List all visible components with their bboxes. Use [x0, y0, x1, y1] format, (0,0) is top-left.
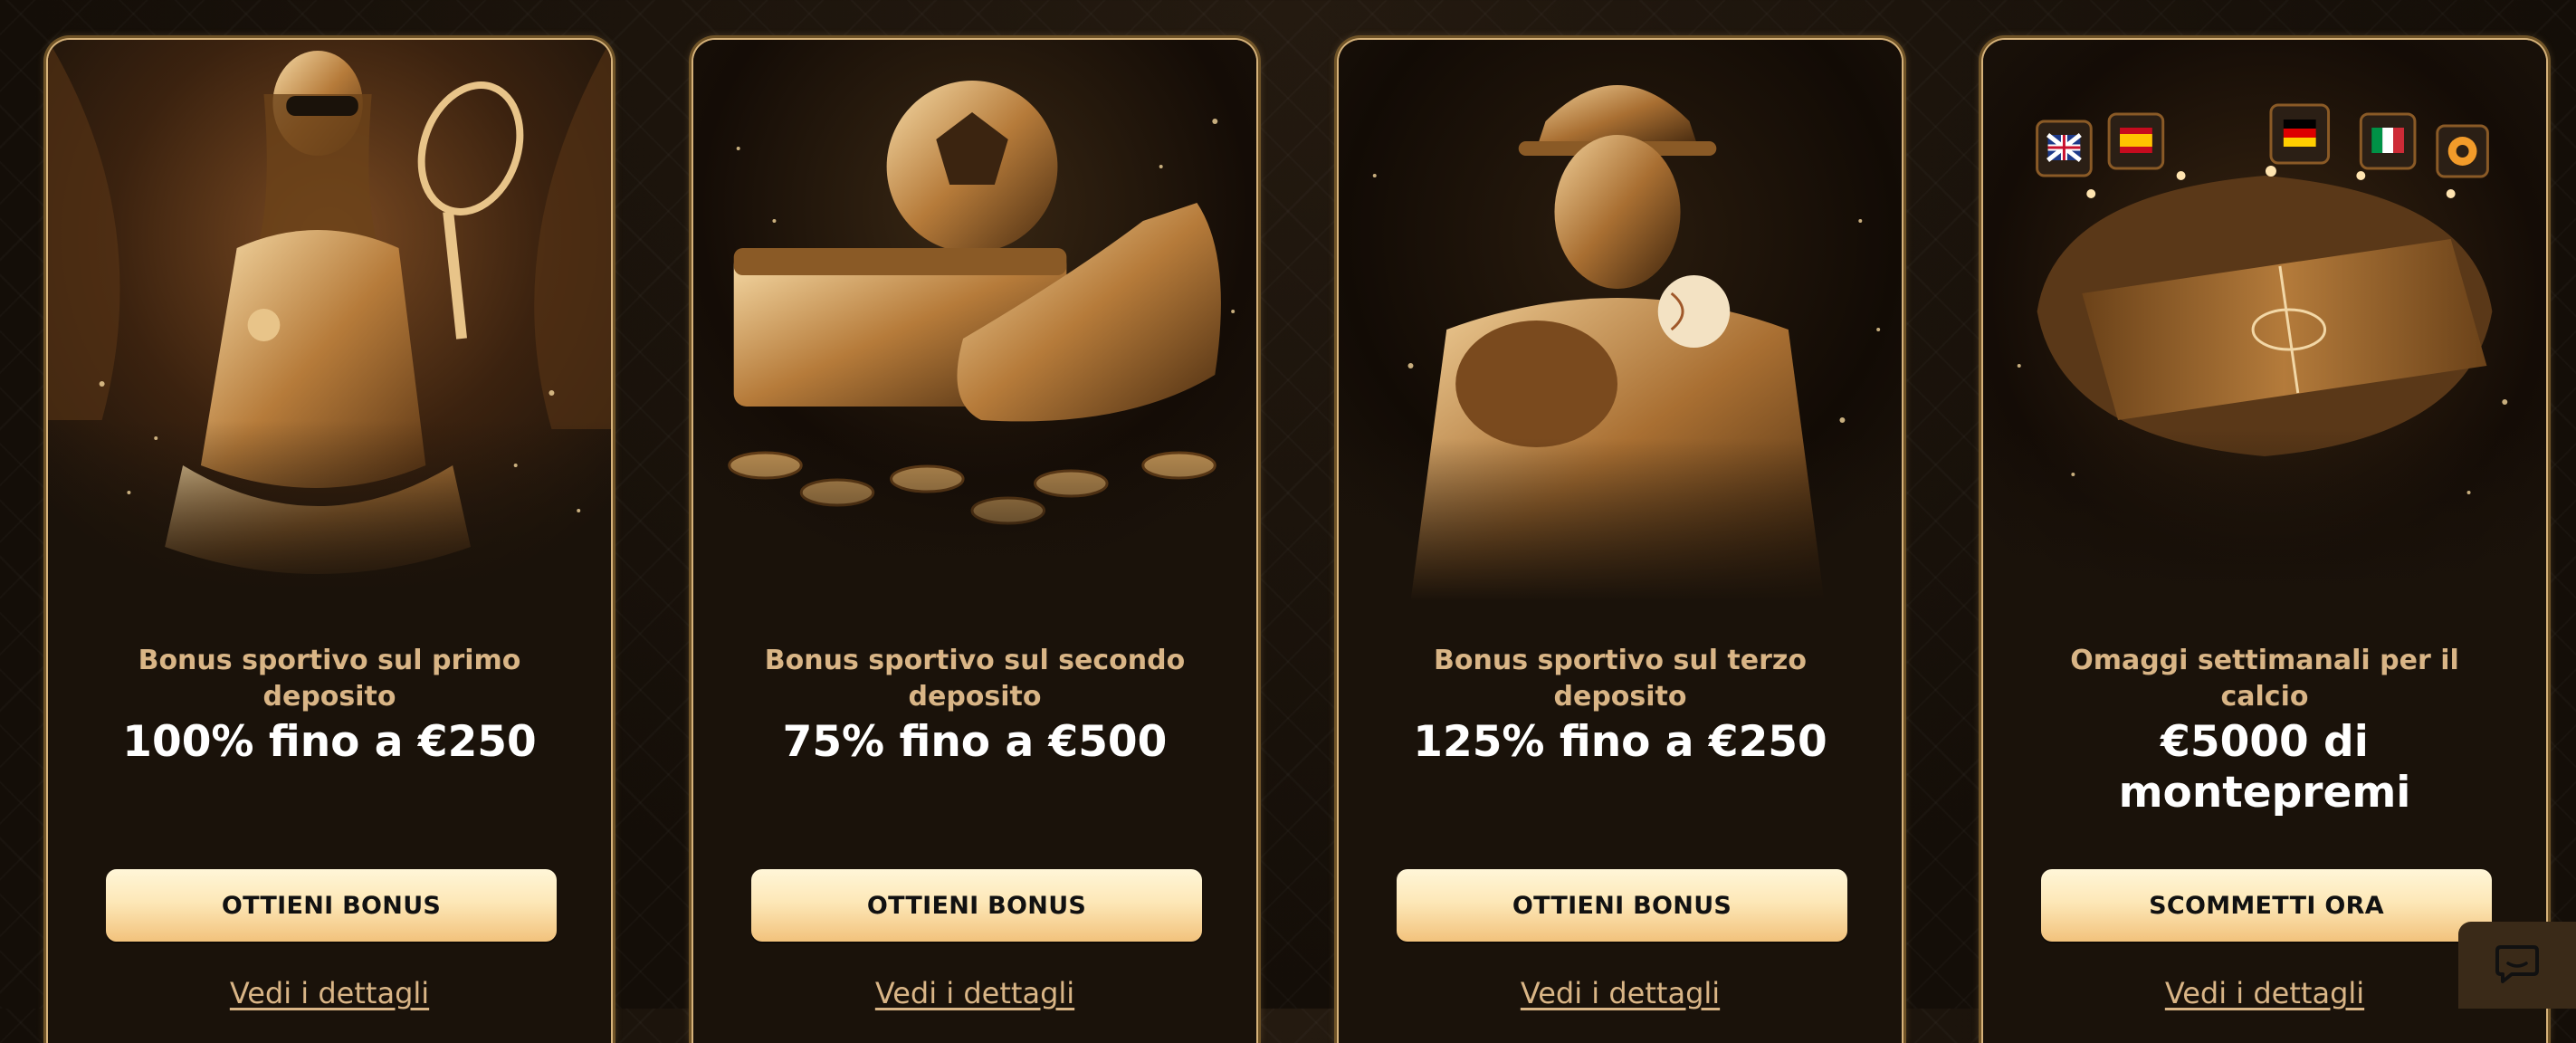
bet-now-button[interactable]: SCOMMETTI ORA — [2041, 869, 2492, 942]
promo-title: 75% fino a €500 — [782, 717, 1168, 767]
promo-title: 100% fino a €250 — [122, 717, 537, 767]
promo-subtitle: Omaggi settimanali per il calcio — [2070, 645, 2459, 713]
view-details-link[interactable]: Vedi i dettagli — [48, 976, 611, 1010]
uk-flag-icon — [2036, 120, 2093, 177]
get-bonus-button[interactable]: OTTIENI BONUS — [106, 869, 557, 942]
football-and-boot-illustration — [693, 40, 1256, 601]
spain-flag-icon — [2107, 112, 2165, 170]
promo-card-body: Bonus sportivo sul primo deposito 100% f… — [48, 601, 611, 1043]
chat-launcher-button[interactable] — [2458, 922, 2576, 1009]
promo-card-weekly-football: Omaggi settimanali per il calcio €5000 d… — [1981, 38, 2548, 1043]
get-bonus-button[interactable]: OTTIENI BONUS — [1397, 869, 1847, 942]
germany-flag-icon — [2269, 103, 2331, 165]
promo-card-body: Bonus sportivo sul secondo deposito 75% … — [693, 601, 1256, 1043]
promo-card-second-deposit: Bonus sportivo sul secondo deposito 75% … — [692, 38, 1258, 1043]
league-badge-icon — [2436, 124, 2489, 178]
promo-subtitle: Bonus sportivo sul primo deposito — [138, 645, 521, 713]
view-details-link[interactable]: Vedi i dettagli — [1339, 976, 1902, 1010]
promo-card-third-deposit: Bonus sportivo sul terzo deposito 125% f… — [1337, 38, 1903, 1043]
promo-card-grid: Bonus sportivo sul primo deposito 100% f… — [0, 0, 2576, 1043]
baseball-player-illustration — [1339, 40, 1902, 601]
promo-card-body: Bonus sportivo sul terzo deposito 125% f… — [1339, 601, 1902, 1043]
football-stadium-illustration — [1983, 40, 2546, 601]
tennis-player-illustration — [48, 40, 611, 601]
get-bonus-button[interactable]: OTTIENI BONUS — [751, 869, 1202, 942]
chat-bubble-icon — [2495, 945, 2539, 983]
promo-card-first-deposit: Bonus sportivo sul primo deposito 100% f… — [46, 38, 613, 1043]
promo-title: 125% fino a €250 — [1413, 717, 1827, 767]
promo-subtitle: Bonus sportivo sul terzo deposito — [1434, 645, 1807, 713]
promo-title: €5000 di montepremi — [2118, 717, 2411, 818]
italy-flag-icon — [2359, 112, 2417, 170]
view-details-link[interactable]: Vedi i dettagli — [693, 976, 1256, 1010]
promo-subtitle: Bonus sportivo sul secondo deposito — [764, 645, 1186, 713]
